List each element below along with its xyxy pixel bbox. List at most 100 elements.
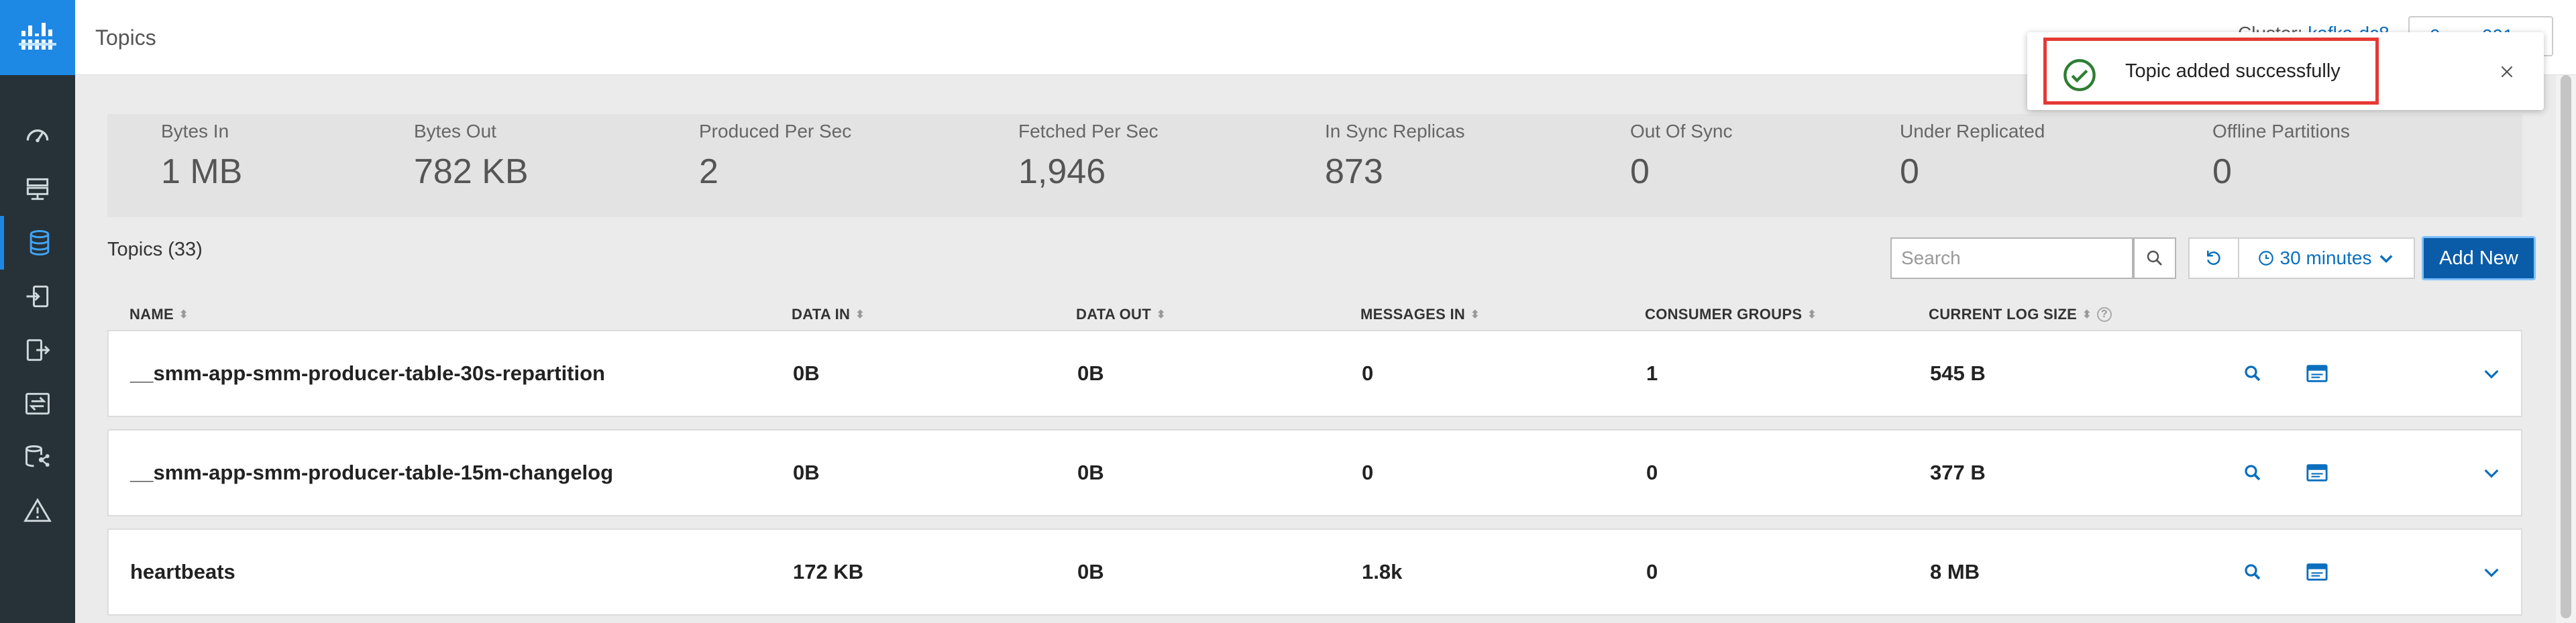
sort-icon[interactable]: ⬍ [1157, 308, 1166, 321]
messages-in-value: 0 [1362, 361, 1374, 385]
col-header-consumer-groups[interactable]: CONSUMER GROUPS ⬍ [1645, 306, 1817, 323]
table-row[interactable]: __smm-app-smm-producer-table-30s-reparti… [107, 330, 2522, 417]
metric-value: 1 MB [161, 152, 243, 191]
expand-row-button[interactable] [2478, 559, 2505, 585]
metric-label: Bytes Out [414, 121, 496, 141]
brokers-icon [26, 178, 49, 201]
log-size-value: 545 B [1930, 361, 1986, 385]
nav-brokers[interactable] [0, 162, 75, 216]
browser-window-icon [2306, 563, 2328, 581]
metric-label: Under Replicated [1900, 121, 2045, 141]
dashboard-icon [26, 129, 49, 143]
sort-icon[interactable]: ⬍ [179, 308, 189, 321]
column-title: NAME [129, 306, 174, 323]
topic-name[interactable]: __smm-app-smm-producer-table-30s-reparti… [130, 331, 605, 416]
data-out-value: 0B [1077, 461, 1104, 484]
topics-count: Topics (33) [107, 239, 203, 260]
metric-value: 0 [1630, 152, 1650, 191]
metric-label: Produced Per Sec [699, 121, 852, 141]
data-explorer-icon [25, 445, 50, 467]
page-title: Topics [95, 25, 156, 50]
col-header-name[interactable]: NAME ⬍ [129, 306, 189, 323]
metric-value: 0 [2212, 152, 2232, 191]
toast-message: Topic added successfully [2125, 60, 2341, 82]
column-title: CONSUMER GROUPS [1645, 306, 1803, 323]
metric-produced-per-sec: Produced Per Sec 2 [699, 121, 851, 192]
nav-overview[interactable] [0, 109, 75, 162]
sort-icon[interactable]: ⬍ [1807, 308, 1817, 321]
profile-button[interactable] [2239, 559, 2266, 585]
topic-name[interactable]: __smm-app-smm-producer-table-15m-changel… [130, 431, 613, 515]
col-header-data-out[interactable]: DATA OUT ⬍ [1076, 306, 1166, 323]
metric-bytes-in: Bytes In 1 MB [161, 121, 242, 192]
data-out-value: 0B [1077, 560, 1104, 583]
col-header-messages-in[interactable]: MESSAGES IN ⬍ [1360, 306, 1480, 323]
replication-icon [25, 392, 50, 415]
metric-under-replicated: Under Replicated 0 [1900, 121, 2045, 192]
refresh-icon [2207, 250, 2220, 266]
metric-bytes-out: Bytes Out 782 KB [414, 121, 529, 192]
profile-button[interactable] [2239, 459, 2266, 486]
log-size-value: 377 B [1930, 461, 1986, 484]
sort-icon[interactable]: ⬍ [2082, 308, 2092, 321]
nav-topics[interactable] [0, 216, 75, 270]
logo-icon [19, 23, 56, 50]
metrics-summary: Bytes In 1 MB Bytes Out 782 KB Produced Pe… [107, 114, 2522, 217]
nav-replication[interactable] [0, 377, 75, 431]
metric-value: 782 KB [414, 152, 529, 191]
browser-window-icon [2306, 365, 2328, 382]
nav-alerts[interactable] [0, 484, 75, 538]
help-icon[interactable]: ? [2096, 307, 2112, 322]
column-title: MESSAGES IN [1360, 306, 1466, 323]
sort-icon[interactable]: ⬍ [1470, 308, 1480, 321]
add-new-button[interactable]: Add New [2422, 236, 2536, 280]
metric-value: 2 [699, 152, 718, 191]
data-in-value: 0B [793, 461, 820, 484]
nav-producers[interactable] [0, 270, 75, 323]
expand-row-button[interactable] [2478, 360, 2505, 387]
col-header-log-size[interactable]: CURRENT LOG SIZE ⬍? [1929, 306, 2112, 323]
nav-consumers[interactable] [0, 323, 75, 377]
data-out-value: 0B [1077, 361, 1104, 385]
browser-window-icon [2306, 464, 2328, 482]
page-scrollbar[interactable] [2556, 75, 2576, 623]
toast-close-button[interactable] [2490, 55, 2524, 89]
nav-data-explorer[interactable] [0, 431, 75, 484]
data-explorer-button[interactable] [2304, 360, 2330, 387]
check-circle-icon [2063, 59, 2096, 91]
time-range-dropdown[interactable]: 30 minutes [2238, 237, 2415, 279]
metric-value: 873 [1325, 152, 1383, 191]
metric-out-of-sync: Out Of Sync 0 [1630, 121, 1733, 192]
metric-label: In Sync Replicas [1325, 121, 1465, 141]
data-explorer-button[interactable] [2304, 459, 2330, 486]
consumers-icon [26, 339, 50, 361]
col-header-data-in[interactable]: DATA IN ⬍ [792, 306, 865, 323]
search-icon [2245, 465, 2261, 481]
data-explorer-button[interactable] [2304, 559, 2330, 585]
refresh-button[interactable] [2188, 237, 2238, 279]
data-in-value: 172 KB [793, 560, 864, 583]
data-in-value: 0B [793, 361, 820, 385]
table-row[interactable]: heartbeats 172 KB 0B 1.8k 0 8 MB [107, 528, 2522, 616]
chevron-down-icon [2484, 370, 2499, 379]
messages-in-value: 1.8k [1362, 560, 1403, 583]
search-input[interactable] [1890, 237, 2133, 279]
scrollbar-thumb[interactable] [2561, 75, 2571, 618]
metric-label: Out Of Sync [1630, 121, 1733, 141]
search-button[interactable] [2133, 237, 2176, 279]
sort-icon[interactable]: ⬍ [855, 308, 865, 321]
clock-icon [2258, 251, 2273, 266]
profile-button[interactable] [2239, 360, 2266, 387]
search-icon [2245, 365, 2261, 382]
metric-label: Bytes In [161, 121, 229, 141]
expand-row-button[interactable] [2478, 459, 2505, 486]
chevron-down-icon [2484, 568, 2499, 577]
app-logo[interactable] [0, 0, 75, 75]
metric-label: Fetched Per Sec [1018, 121, 1159, 141]
table-row[interactable]: __smm-app-smm-producer-table-15m-changel… [107, 429, 2522, 516]
metric-in-sync-replicas: In Sync Replicas 873 [1325, 121, 1465, 192]
sidebar [0, 0, 75, 623]
topic-name[interactable]: heartbeats [130, 530, 235, 614]
column-title: CURRENT LOG SIZE [1929, 306, 2078, 323]
chevron-down-icon [2380, 255, 2393, 264]
